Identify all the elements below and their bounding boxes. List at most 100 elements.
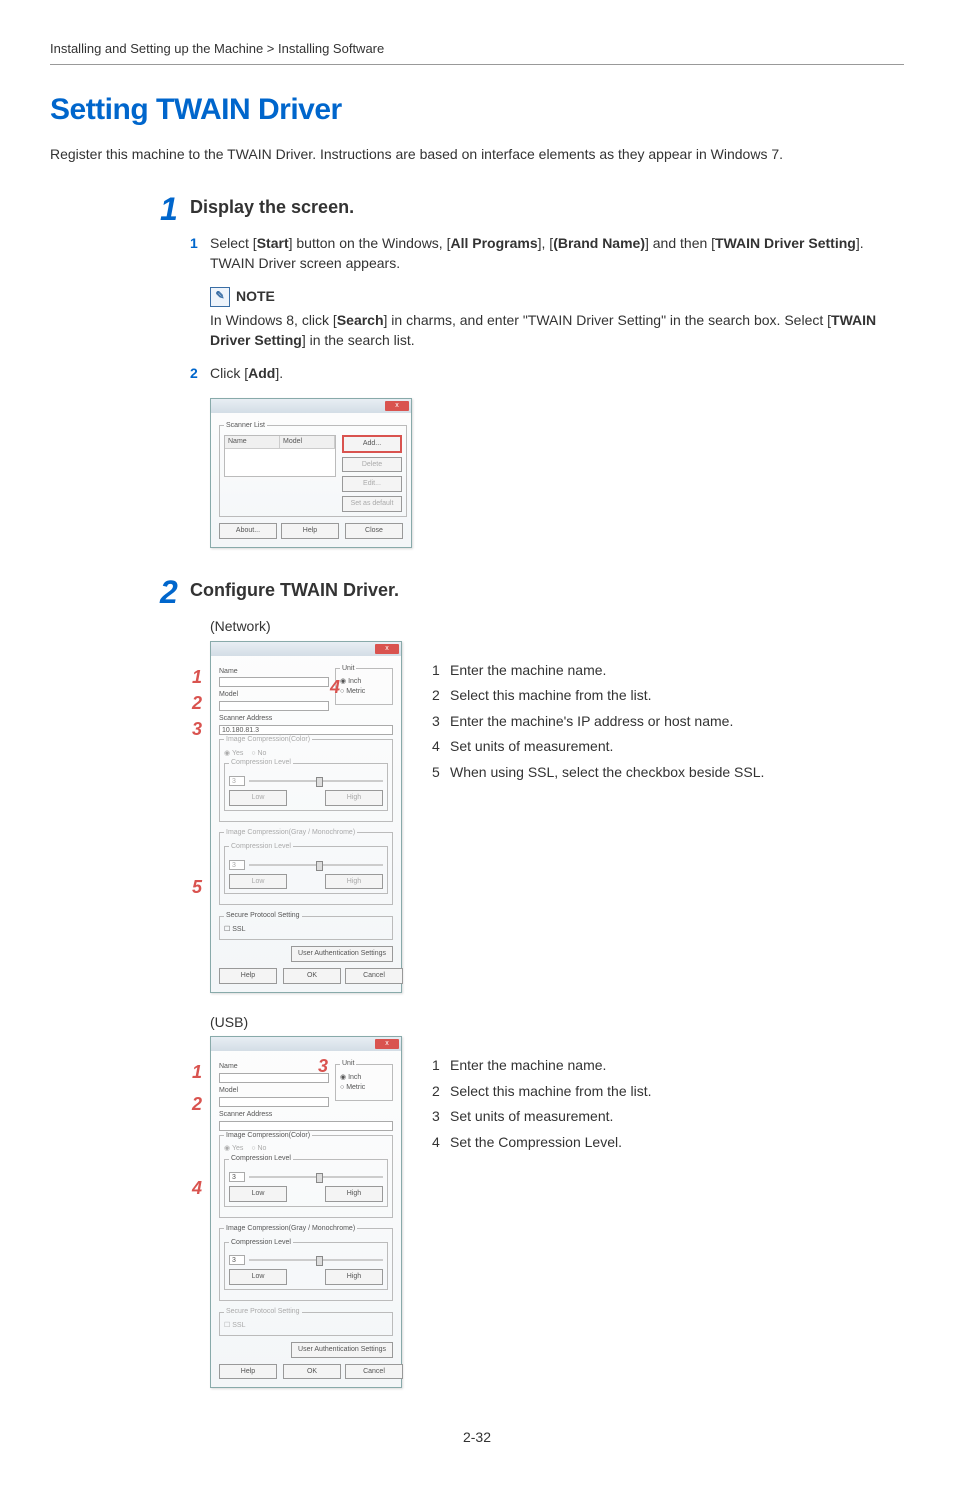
note-body: In Windows 8, click [Search] in charms, …	[210, 311, 904, 350]
ok-button-u[interactable]: OK	[283, 1364, 341, 1380]
metric-label: Metric	[346, 688, 365, 695]
col-name: Name	[225, 436, 280, 448]
step-2-title: Configure TWAIN Driver.	[190, 578, 904, 603]
ssl-checkbox[interactable]: ☐ SSL	[224, 926, 245, 933]
high-label-u2: High	[325, 1269, 383, 1285]
co-text-u4: Set the Compression Level.	[450, 1134, 622, 1150]
marker-3: 3	[192, 717, 202, 742]
delete-button[interactable]: Delete	[342, 457, 402, 473]
close-icon[interactable]: x	[375, 644, 399, 654]
scanner-address-label: Scanner Address	[219, 714, 393, 724]
compression-gm-group: Image Compression(Gray / Monochrome) Com…	[219, 828, 393, 905]
intro-text: Register this machine to the TWAIN Drive…	[50, 145, 904, 165]
cancel-button[interactable]: Cancel	[345, 968, 403, 984]
co-text-u2: Select this machine from the list.	[450, 1083, 652, 1099]
compression-gm-label: Image Compression(Gray / Monochrome)	[224, 828, 357, 838]
name-label-u: Name	[219, 1062, 329, 1072]
slider-u2[interactable]	[249, 1259, 383, 1261]
co-text-u1: Enter the machine name.	[450, 1057, 606, 1073]
marker-4: 4	[330, 675, 340, 700]
high-label: High	[325, 790, 383, 806]
twain-config-dialog-network: x Name Model Unit ◉ Inch ○ Metric	[210, 641, 402, 993]
unit-group: Unit ◉ Inch ○ Metric	[335, 664, 393, 706]
about-button[interactable]: About...	[219, 523, 277, 539]
edit-button[interactable]: Edit...	[342, 476, 402, 492]
network-dialog-holder: 1 2 3 4 5 x Name Model Unit	[210, 641, 402, 993]
compression-level-label-2: Compression Level	[229, 842, 293, 852]
co-text-2: Select this machine from the list.	[450, 687, 652, 703]
col-model: Model	[280, 436, 335, 448]
model-label-u: Model	[219, 1086, 329, 1096]
scanner-address-input[interactable]: 10.180.81.3	[219, 725, 393, 735]
compression-color-label-u: Image Compression(Color)	[224, 1131, 312, 1141]
bold: Search	[337, 312, 384, 328]
marker-1: 1	[192, 665, 202, 690]
note-box: ✎ NOTE In Windows 8, click [Search] in c…	[210, 287, 904, 350]
co-num-4: 4	[432, 737, 450, 757]
close-icon[interactable]: x	[375, 1039, 399, 1049]
help-button[interactable]: Help	[219, 968, 277, 984]
ok-button[interactable]: OK	[283, 968, 341, 984]
network-callouts: 1Enter the machine name. 2Select this ma…	[432, 641, 764, 789]
compression-level-group-2: Compression Level 3 Low High	[224, 842, 388, 895]
co-num-3: 3	[432, 712, 450, 732]
low-label: Low	[229, 790, 287, 806]
metric-radio[interactable]: ○ Metric	[340, 687, 365, 697]
help-button[interactable]: Help	[281, 523, 339, 539]
cancel-button-u[interactable]: Cancel	[345, 1364, 403, 1380]
compression-level-group: Compression Level 3 LowHigh	[224, 758, 388, 811]
marker-u2: 2	[192, 1092, 202, 1117]
level-value-u2[interactable]: 3	[229, 1255, 245, 1265]
low-label-2: Low	[229, 874, 287, 890]
name-input[interactable]	[219, 677, 329, 687]
help-button-u[interactable]: Help	[219, 1364, 277, 1380]
marker-u1: 1	[192, 1060, 202, 1085]
model-label: Model	[219, 690, 329, 700]
step-2-number: 2	[160, 570, 178, 615]
co-num-2: 2	[432, 686, 450, 706]
step-2: 2 Configure TWAIN Driver. (Network) 1 2 …	[190, 578, 904, 1389]
co-num-u3: 3	[432, 1107, 450, 1127]
model-select[interactable]	[219, 701, 329, 711]
co-num-u1: 1	[432, 1056, 450, 1076]
page-number: 2-32	[50, 1428, 904, 1448]
compression-gm-label-u: Image Compression(Gray / Monochrome)	[224, 1224, 357, 1234]
add-button[interactable]: Add...	[342, 435, 402, 453]
secure-protocol-group-u: Secure Protocol Setting ☐ SSL	[219, 1307, 393, 1336]
usb-dialog-holder: 1 2 3 4 x Name Model Unit	[210, 1036, 402, 1388]
step-1-number: 1	[160, 187, 178, 232]
close-button[interactable]: Close	[345, 523, 403, 539]
ssl-label: SSL	[232, 926, 245, 933]
bold: Add	[248, 365, 275, 381]
note-icon: ✎	[210, 287, 230, 307]
level-value: 3	[229, 776, 245, 786]
high-label-2: High	[325, 874, 383, 890]
level-value-u[interactable]: 3	[229, 1172, 245, 1182]
step-1: 1 Display the screen. 1 Select [Start] b…	[190, 195, 904, 548]
user-auth-button[interactable]: User Authentication Settings	[291, 946, 393, 962]
inch-radio[interactable]: ◉ Inch	[340, 677, 361, 687]
text: ] and then [	[645, 235, 715, 251]
close-icon[interactable]: x	[385, 401, 409, 411]
level-value-2: 3	[229, 860, 245, 870]
scanner-table[interactable]: Name Model	[224, 435, 336, 477]
slider-u[interactable]	[249, 1176, 383, 1178]
metric-radio-u[interactable]: ○ Metric	[340, 1083, 365, 1093]
slider-2	[249, 864, 383, 866]
model-select-u[interactable]	[219, 1097, 329, 1107]
name-input-u[interactable]	[219, 1073, 329, 1083]
sps-label: Secure Protocol Setting	[224, 911, 302, 921]
marker-5: 5	[192, 875, 202, 900]
title-bar: x	[211, 1037, 401, 1051]
text: ] in charms, and enter "TWAIN Driver Set…	[384, 312, 832, 328]
compression-color-label: Image Compression(Color)	[224, 735, 312, 745]
set-default-button[interactable]: Set as default	[342, 496, 402, 512]
no-radio: ○ No	[251, 749, 266, 759]
co-num-u4: 4	[432, 1133, 450, 1153]
inch-radio-u[interactable]: ◉ Inch	[340, 1073, 361, 1083]
scanner-list-label: Scanner List	[224, 421, 267, 431]
text: ] button on the Windows, [	[289, 235, 451, 251]
twain-list-dialog: x Scanner List Name Model Add... Delete …	[210, 398, 412, 548]
page-title: Setting TWAIN Driver	[50, 89, 904, 131]
scanner-list-group: Scanner List Name Model Add... Delete Ed…	[219, 421, 407, 517]
